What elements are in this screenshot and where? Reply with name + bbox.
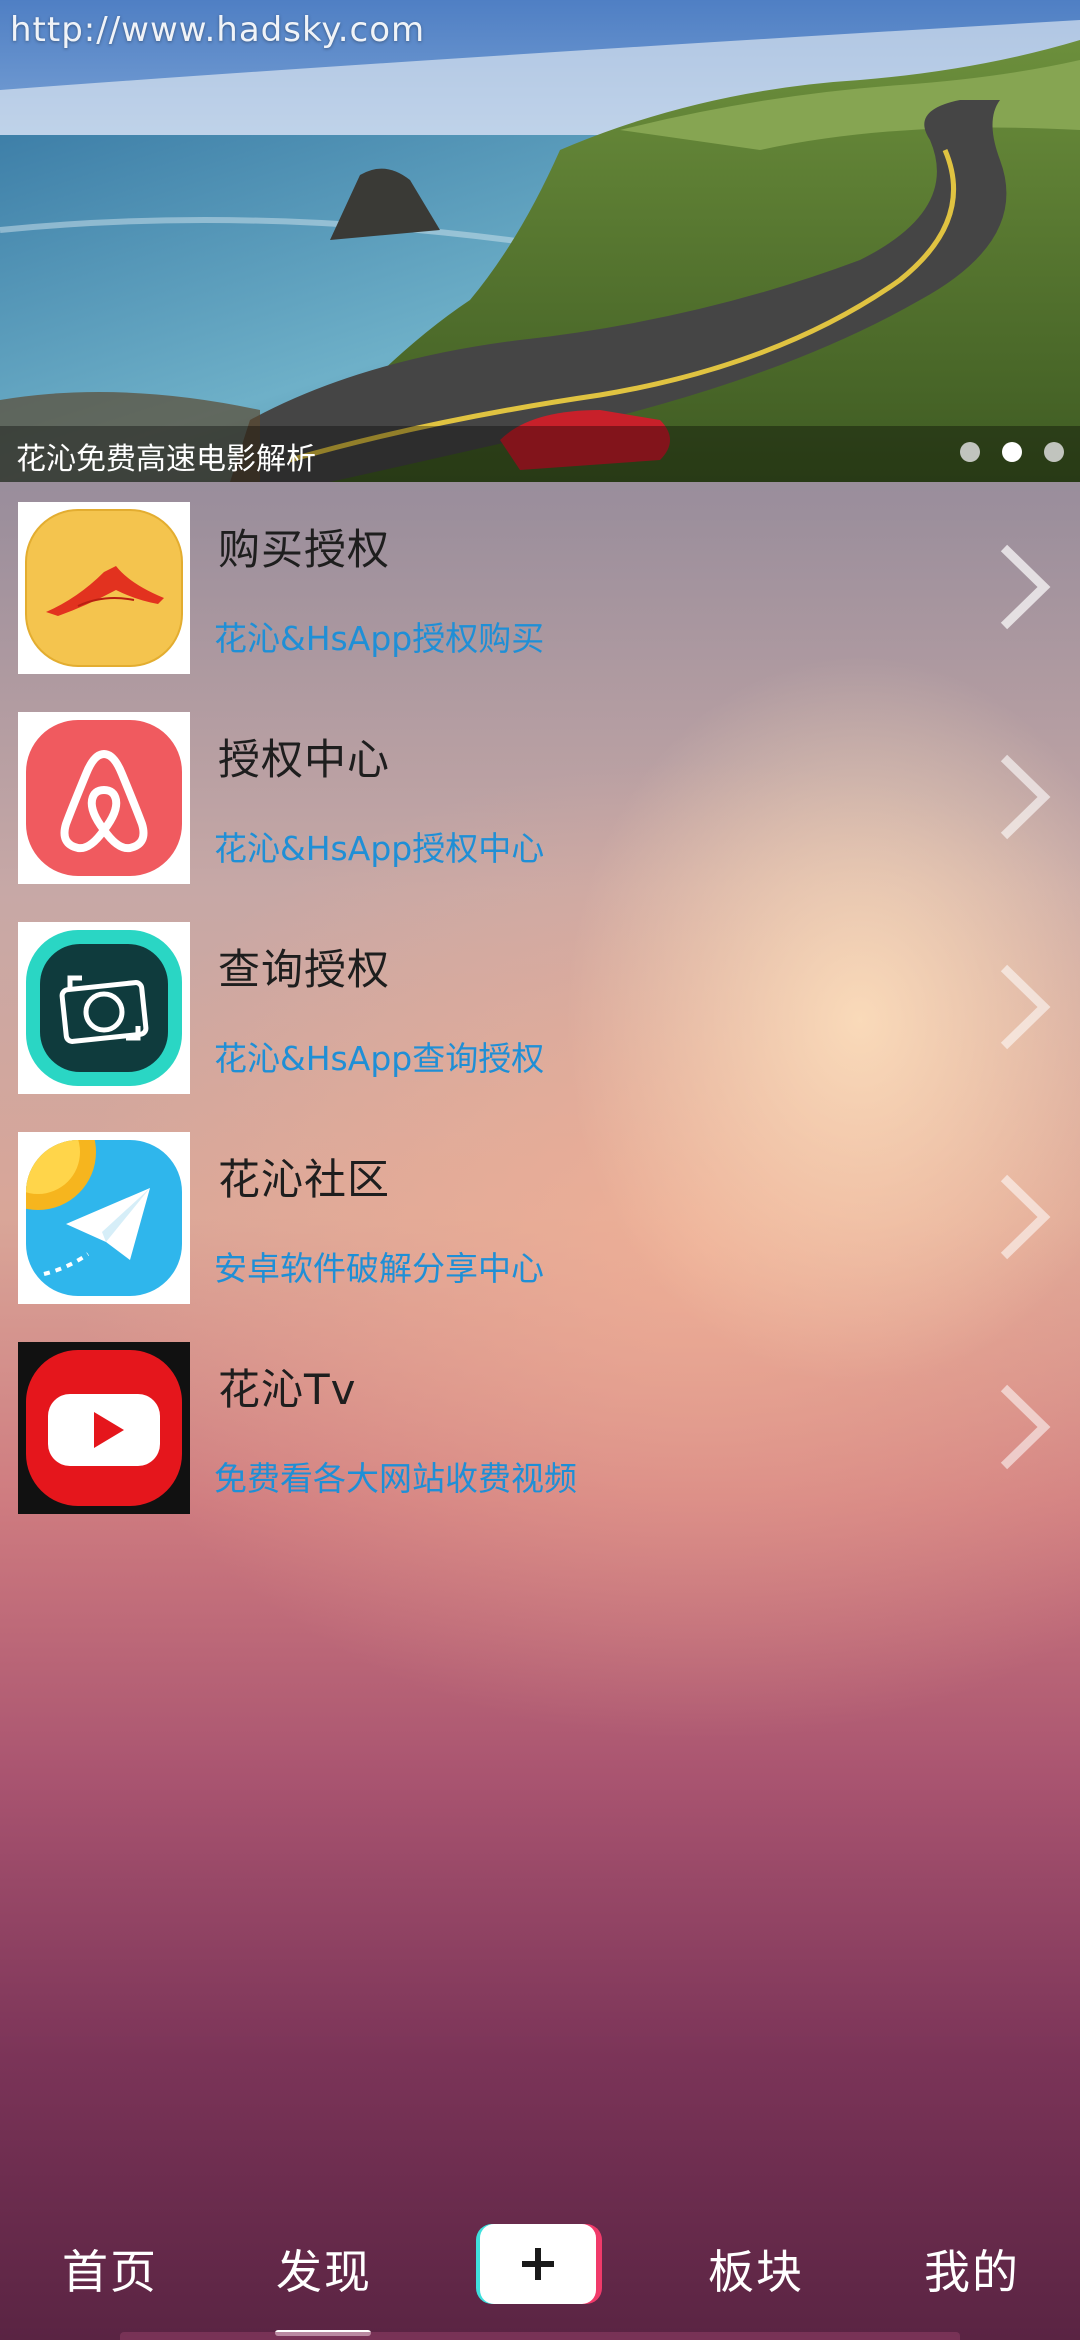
menu-list: 购买授权 花沁&HsApp授权购买 授权中心 花沁&HsApp授权中心 查询授权… — [0, 494, 1080, 1544]
banner-image — [0, 0, 1080, 482]
menu-item-title: 查询授权 — [218, 945, 391, 994]
chevron-right-icon — [1000, 544, 1051, 630]
menu-item-buy-license[interactable]: 购买授权 花沁&HsApp授权购买 — [0, 494, 1080, 704]
airbnb-icon — [18, 712, 190, 884]
tab-discover[interactable]: 发现 — [276, 2236, 372, 2302]
banner-caption: 花沁免费高速电影解析 — [16, 442, 316, 477]
tab-home[interactable]: 首页 — [62, 2236, 158, 2302]
menu-item-title: 授权中心 — [218, 735, 391, 784]
bottom-tab-bar: 首页 发现 板块 我的 — [0, 2200, 1080, 2340]
chevron-right-icon — [1000, 964, 1051, 1050]
menu-item-title: 花沁Tv — [218, 1365, 357, 1414]
banner-url-watermark: http://www.hadsky.com — [10, 10, 426, 50]
menu-item-subtitle: 安卓软件破解分享中心 — [214, 1249, 544, 1288]
menu-item-community[interactable]: 花沁社区 安卓软件破解分享中心 — [0, 1124, 1080, 1334]
chevron-right-icon — [1000, 1384, 1051, 1470]
menu-item-subtitle: 免费看各大网站收费视频 — [214, 1459, 577, 1498]
tab-sections[interactable]: 板块 — [708, 2236, 804, 2302]
plus-icon — [522, 2248, 554, 2280]
add-post-button[interactable] — [476, 2224, 602, 2304]
chevron-right-icon — [1000, 754, 1051, 840]
menu-item-query-license[interactable]: 查询授权 花沁&HsApp查询授权 — [0, 914, 1080, 1124]
menu-item-license-center[interactable]: 授权中心 花沁&HsApp授权中心 — [0, 704, 1080, 914]
menu-item-subtitle: 花沁&HsApp授权购买 — [214, 619, 545, 658]
bottom-strip — [120, 2332, 960, 2340]
menu-item-title: 花沁社区 — [218, 1155, 391, 1204]
youtube-icon — [18, 1342, 190, 1514]
carousel-dot-1[interactable] — [960, 442, 980, 462]
menu-item-title: 购买授权 — [218, 525, 391, 574]
banner-caption-bar: 花沁免费高速电影解析 — [0, 426, 1080, 482]
carousel-dot-2[interactable] — [1002, 442, 1022, 462]
pizza-hut-icon — [18, 502, 190, 674]
banner-carousel[interactable]: http://www.hadsky.com 花沁免费高速电影解析 — [0, 0, 1080, 482]
camera-scan-icon — [18, 922, 190, 1094]
telegram-icon — [18, 1132, 190, 1304]
menu-item-subtitle: 花沁&HsApp授权中心 — [214, 829, 545, 868]
menu-item-subtitle: 花沁&HsApp查询授权 — [214, 1039, 545, 1078]
carousel-dot-3[interactable] — [1044, 442, 1064, 462]
chevron-right-icon — [1000, 1174, 1051, 1260]
menu-item-tv[interactable]: 花沁Tv 免费看各大网站收费视频 — [0, 1334, 1080, 1544]
carousel-indicator — [960, 442, 1064, 462]
tab-me[interactable]: 我的 — [924, 2236, 1020, 2302]
